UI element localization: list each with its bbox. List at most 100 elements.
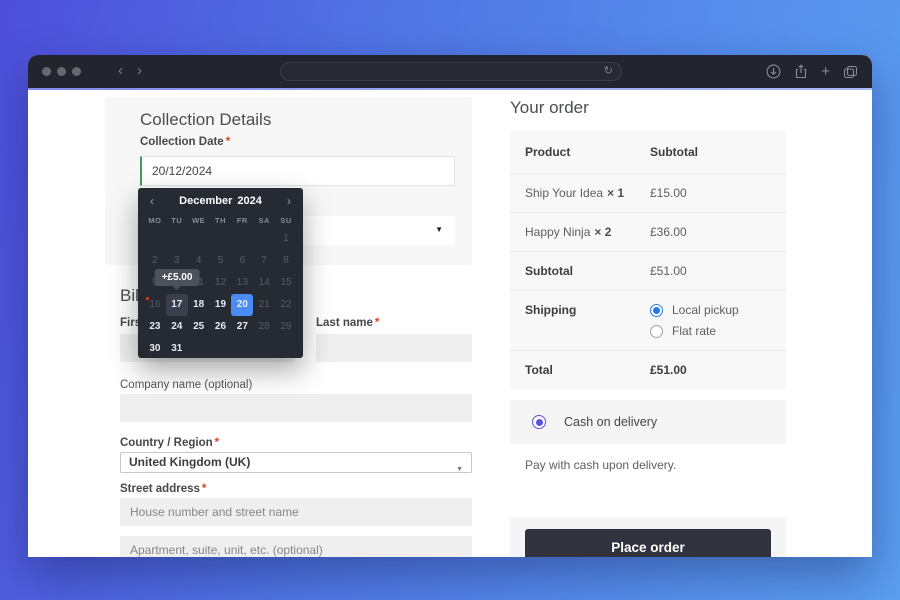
subtotal-value: £51.00 [650,264,771,278]
window-controls[interactable] [42,67,81,76]
shipping-option-label: Local pickup [672,303,739,317]
calendar-weekday: FR [231,214,253,228]
calendar-day-empty [144,228,166,250]
calendar-day-empty [166,228,188,250]
your-order-heading: Your order [510,98,589,118]
place-order-section: Place order [510,517,786,557]
calendar-day-19[interactable]: 19 [210,294,232,316]
collection-date-label: Collection Date* [140,136,230,148]
share-icon[interactable] [794,64,808,79]
minimize-window-button[interactable] [57,67,66,76]
new-tab-icon[interactable]: + [821,64,830,79]
shipping-label: Shipping [525,303,650,317]
browser-toolbar: ‹ › ↻ + [28,55,872,88]
calendar-day-18[interactable]: 18 [188,294,210,316]
order-item-qty: × 1 [607,186,624,200]
order-item-qty: × 2 [594,225,611,239]
shipping-option-flat-rate[interactable]: Flat rate [650,324,771,338]
shipping-option-local-pickup[interactable]: Local pickup [650,303,771,317]
calendar-day-29: 29 [275,316,297,338]
payment-method-label: Cash on delivery [564,415,657,429]
order-item-name: Ship Your Idea [525,186,603,200]
shipping-radio-1[interactable] [650,325,663,338]
calendar-weekday: WE [188,214,210,228]
forward-icon[interactable]: › [137,62,142,79]
order-item-subtotal: £15.00 [650,186,771,200]
street-address-input[interactable] [120,498,472,526]
shipping-option-label: Flat rate [672,324,716,338]
datepicker-popup: ‹ December2024 › MOTUWETHFRSASU 12345678… [138,188,303,358]
calendar-weekday: SA [253,214,275,228]
calendar-weekday: MO [144,214,166,228]
download-icon[interactable] [766,64,781,79]
zoom-window-button[interactable] [72,67,81,76]
back-icon[interactable]: ‹ [118,62,123,79]
calendar-day-1: 1 [275,228,297,250]
order-item-name: Happy Ninja [525,225,590,239]
collection-details-heading: Collection Details [140,110,271,130]
calendar-day-empty [188,228,210,250]
subtotal-column-header: Subtotal [650,145,771,159]
street-address-2-input[interactable] [120,536,472,557]
calendar-day-26[interactable]: 26 [210,316,232,338]
calendar-prev-icon[interactable]: ‹ [150,194,154,208]
calendar-day-14: 14 [253,272,275,294]
calendar-day-27[interactable]: 27 [231,316,253,338]
calendar-weekday: TH [210,214,232,228]
calendar-next-icon[interactable]: › [287,194,291,208]
country-region-label: Country / Region* [120,437,219,449]
calendar-day-30[interactable]: 30 [144,338,166,360]
calendar-weekdays: MOTUWETHFRSASU [138,214,303,228]
calendar-day-8: 8 [275,250,297,272]
close-window-button[interactable] [42,67,51,76]
calendar-weekday: SU [275,214,297,228]
company-name-label: Company name (optional) [120,379,252,391]
collection-date-input[interactable] [140,156,455,186]
country-region-select[interactable]: United Kingdom (UK) ▼ [120,452,472,473]
calendar-day-28: 28 [253,316,275,338]
calendar-day-7: 7 [253,250,275,272]
payment-method-cod[interactable]: Cash on delivery [510,400,786,444]
order-item-row: Happy Ninja × 2 £36.00 [510,213,786,252]
browser-window: ‹ › ↻ + [28,55,872,557]
required-asterisk: * [202,483,206,495]
address-bar[interactable]: ↻ [280,62,622,81]
product-column-header: Product [525,145,650,159]
shipping-radio-0[interactable] [650,304,663,317]
calendar-grid: 1234567891011121314151617181920212223242… [138,228,303,360]
calendar-day-16: 16 [144,294,166,316]
calendar-day-21: 21 [253,294,275,316]
reload-icon[interactable]: ↻ [604,64,613,77]
calendar-day-24[interactable]: 24 [166,316,188,338]
order-table-header: Product Subtotal [510,131,786,174]
order-subtotal-row: Subtotal £51.00 [510,252,786,291]
last-name-label: Last name* [316,317,379,329]
payment-radio[interactable] [532,415,546,429]
calendar-day-23[interactable]: 23 [144,316,166,338]
calendar-day-empty [231,228,253,250]
company-name-input[interactable] [120,394,472,422]
country-region-value: United Kingdom (UK) [129,455,250,469]
calendar-day-31[interactable]: 31 [166,338,188,360]
total-value: £51.00 [650,363,771,377]
calendar-day-empty [210,228,232,250]
calendar-day-25[interactable]: 25 [188,316,210,338]
required-asterisk: * [226,136,230,148]
last-name-input[interactable] [316,334,472,362]
order-item-subtotal: £36.00 [650,225,771,239]
payment-description: Pay with cash upon delivery. [525,458,676,472]
shipping-row: Shipping Local pickup Flat rate [510,291,786,351]
order-item-row: Ship Your Idea × 1 £15.00 [510,174,786,213]
required-asterisk: * [375,317,379,329]
calendar-day-12: 12 [210,272,232,294]
checkout-page: Collection Details Collection Date* ▼ Bi… [28,90,872,557]
calendar-day-22: 22 [275,294,297,316]
calendar-day-20[interactable]: 20 [231,294,253,316]
desktop-background: ‹ › ↻ + [0,0,900,600]
chevron-down-icon: ▼ [435,225,443,234]
tabs-overview-icon[interactable] [843,65,858,79]
calendar-day-5: 5 [210,250,232,272]
order-total-row: Total £51.00 [510,351,786,389]
place-order-button[interactable]: Place order [525,529,771,557]
calendar-day-17[interactable]: 17 [166,294,188,316]
